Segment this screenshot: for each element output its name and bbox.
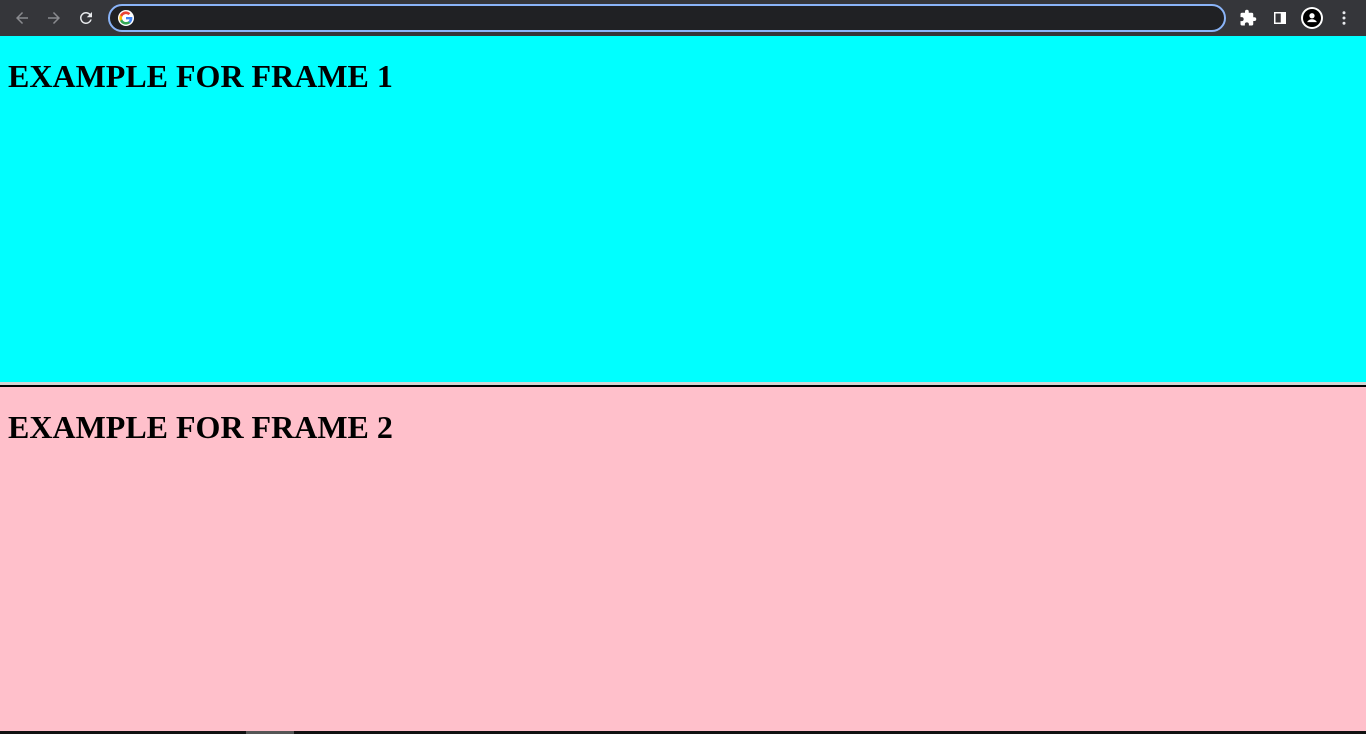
back-button[interactable]	[8, 4, 36, 32]
frame-2: EXAMPLE FOR FRAME 2	[0, 387, 1366, 731]
kebab-menu-icon	[1342, 11, 1346, 25]
profile-icon	[1303, 9, 1321, 27]
browser-toolbar	[0, 0, 1366, 36]
reload-icon	[79, 11, 92, 24]
puzzle-icon	[1240, 9, 1257, 26]
frame-2-heading: EXAMPLE FOR FRAME 2	[8, 409, 393, 445]
side-panel-button[interactable]	[1268, 6, 1292, 30]
arrow-left-icon	[16, 12, 28, 24]
side-panel-icon	[1274, 12, 1286, 24]
arrow-right-icon	[48, 12, 60, 24]
profile-button[interactable]	[1301, 7, 1323, 29]
google-icon	[118, 10, 134, 26]
extensions-button[interactable]	[1236, 6, 1260, 30]
reload-button[interactable]	[72, 4, 100, 32]
address-input[interactable]	[142, 8, 1216, 30]
address-bar[interactable]	[108, 4, 1226, 32]
frame-1-heading: EXAMPLE FOR FRAME 1	[8, 58, 393, 94]
menu-button[interactable]	[1332, 6, 1356, 30]
frame-1: EXAMPLE FOR FRAME 1	[0, 36, 1366, 382]
forward-button[interactable]	[40, 4, 68, 32]
